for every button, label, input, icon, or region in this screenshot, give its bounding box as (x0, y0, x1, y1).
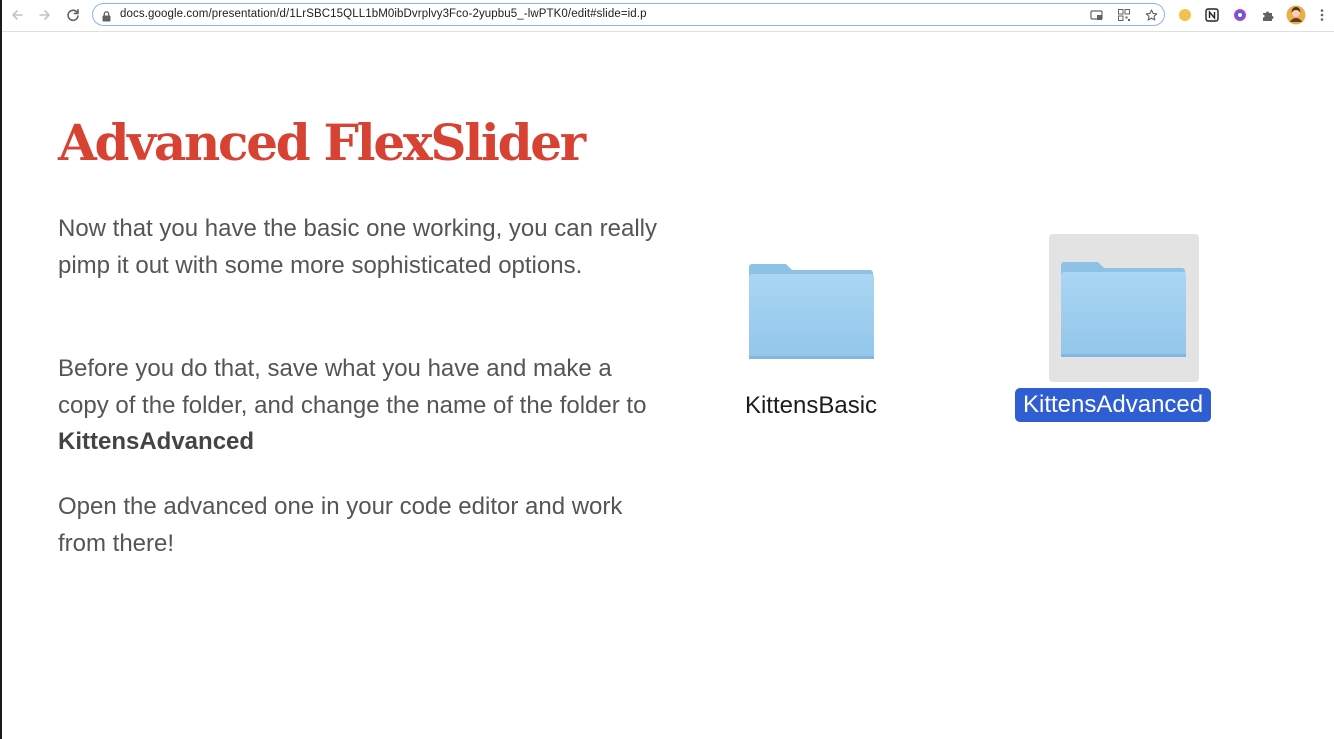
kebab-menu-icon[interactable] (1314, 7, 1330, 23)
address-bar[interactable]: docs.google.com/presentation/d/1LrSBC15Q… (92, 3, 1165, 26)
cast-icon[interactable] (1089, 8, 1103, 22)
folder-name-bold: KittensAdvanced (58, 428, 255, 455)
browser-toolbar: docs.google.com/presentation/d/1LrSBC15Q… (2, 0, 1334, 32)
star-icon[interactable] (1144, 8, 1158, 22)
screen: docs.google.com/presentation/d/1LrSBC15Q… (0, 0, 1334, 739)
lock-icon[interactable] (102, 9, 111, 27)
folder-kittensadvanced-label[interactable]: KittensAdvanced (1015, 388, 1212, 422)
notion-extension-icon[interactable] (1204, 7, 1220, 23)
puzzle-extensions-icon[interactable] (1260, 7, 1276, 23)
color-ring-extension-icon[interactable] (1232, 7, 1248, 23)
url-text[interactable]: docs.google.com/presentation/d/1LrSBC15Q… (120, 8, 647, 20)
folder-kittensadvanced-icon[interactable] (1060, 258, 1188, 360)
back-arrow-icon[interactable] (6, 4, 28, 26)
paragraph-intro: Now that you have the basic one working,… (58, 215, 658, 279)
slide-title: Advanced FlexSlider (58, 113, 586, 172)
reload-icon[interactable] (62, 4, 84, 26)
folder-kittensbasic-icon[interactable] (748, 260, 876, 362)
paragraph-copy-folder-text: Before you do that, save what you have a… (58, 355, 647, 419)
paragraph-open-editor: Open the advanced one in your code edito… (58, 493, 623, 557)
paragraph-copy-folder: Before you do that, save what you have a… (58, 351, 658, 461)
yellow-circle-extension-icon[interactable] (1177, 7, 1193, 23)
forward-arrow-icon[interactable] (34, 4, 56, 26)
profile-avatar[interactable] (1286, 5, 1306, 25)
qr-code-icon[interactable] (1117, 8, 1131, 22)
folder-kittensbasic-label[interactable]: KittensBasic (736, 392, 886, 420)
